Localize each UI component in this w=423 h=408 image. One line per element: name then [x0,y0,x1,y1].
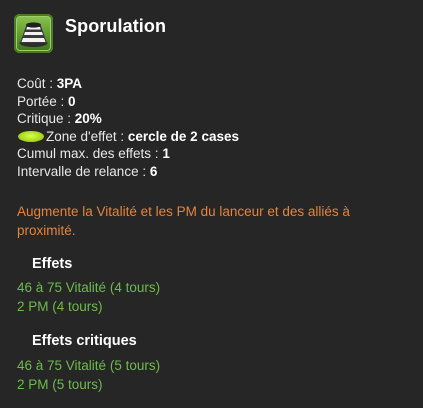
stat-range-value: 0 [68,93,76,109]
stat-zone-label: Zone d'effet : [46,128,128,144]
critical-effects-list: 46 à 75 Vitalité (5 tours) 2 PM (5 tours… [17,356,160,394]
spell-title: Sporulation [65,16,167,36]
stat-critical-label: Critique : [17,111,75,126]
stat-range: Portée : 0 [17,93,239,111]
stat-cost-value: 3PA [56,76,83,91]
stat-zone: Zone d'effet : cercle de 2 cases [17,128,239,146]
stat-max-stack: Cumul max. des effets : 1 [17,145,239,163]
stat-range-label: Portée : [17,93,69,109]
stat-critical-value: 20% [74,111,102,126]
critical-effects-heading: Effets critiques [32,333,137,349]
stat-critical: Critique : 20% [17,110,239,128]
effects-heading: Effets [32,256,73,272]
critical-effect-line: 46 à 75 Vitalité (5 tours) [17,358,161,373]
stat-max-stack-value: 1 [162,146,170,161]
spell-stats: Coût : 3PA Portée : 0 Critique : 20% Zon… [17,75,239,180]
stat-recast: Intervalle de relance : 6 [17,163,239,181]
stat-max-stack-label: Cumul max. des effets : [17,146,163,161]
spell-tooltip: Sporulation Coût : 3PA Portée : 0 Critiq… [0,0,423,408]
sporulation-spell-icon [14,14,53,53]
effects-list: 46 à 75 Vitalité (4 tours) 2 PM (4 tours… [17,278,160,316]
stat-cost: Coût : 3PA [17,75,239,93]
stat-recast-value: 6 [149,163,158,179]
effect-line: 2 PM (4 tours) [17,299,103,314]
stat-cost-label: Coût : [17,76,57,91]
spell-description: Augmente la Vitalité et les PM du lanceu… [17,204,350,238]
stat-zone-value: cercle de 2 cases [127,128,239,144]
critical-effect-line: 2 PM (5 tours) [17,377,103,392]
effect-line: 46 à 75 Vitalité (4 tours) [17,280,161,295]
stat-recast-label: Intervalle de relance : [17,163,150,179]
zone-circle-icon [18,130,44,142]
